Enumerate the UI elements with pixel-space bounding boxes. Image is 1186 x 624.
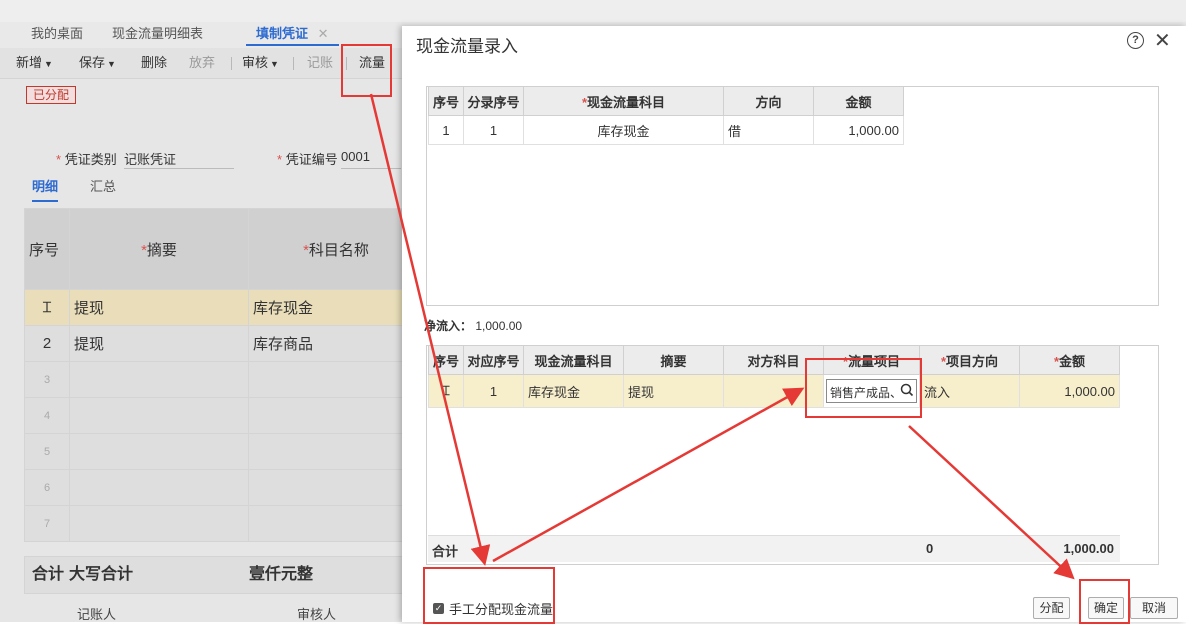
arrow-checkbox-to-flow-item: [492, 387, 805, 563]
annotation-arrows: [369, 93, 1075, 580]
arrow-flow-to-checkbox: [369, 93, 491, 566]
arrow-flow-item-to-confirm: [908, 425, 1075, 580]
